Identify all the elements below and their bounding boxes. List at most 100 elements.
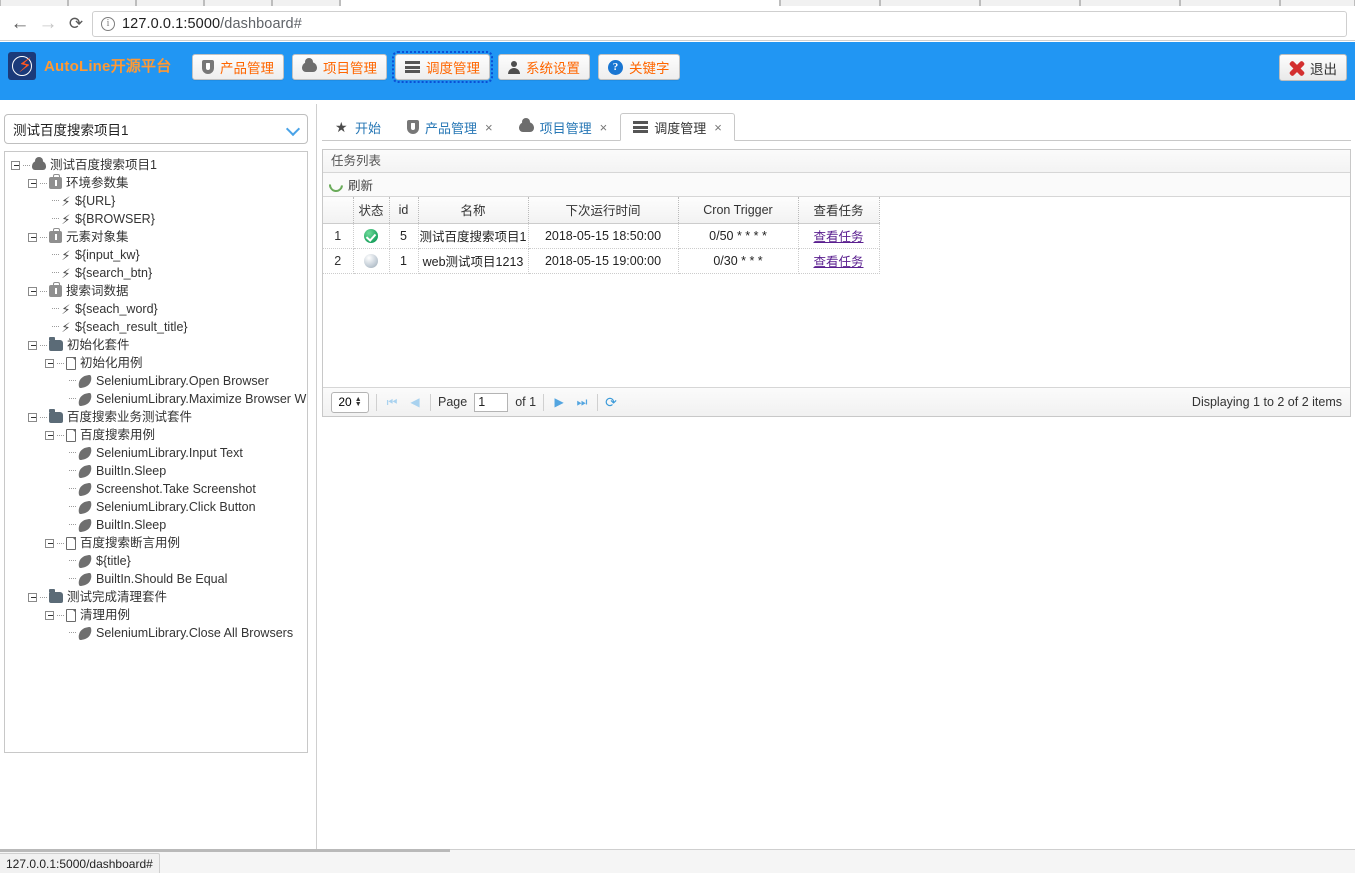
- tree-item[interactable]: 百度搜索断言用例: [5, 534, 307, 552]
- tree-item[interactable]: 测试百度搜索项目1: [5, 156, 307, 174]
- user-icon: [508, 61, 520, 74]
- tree-item[interactable]: 百度搜索用例: [5, 426, 307, 444]
- project-tree-panel[interactable]: 测试百度搜索项目1环境参数集⚡${URL}⚡${BROWSER}元素对象集⚡${…: [4, 151, 308, 753]
- tree-toggle-icon[interactable]: [45, 611, 54, 620]
- nav-button-schedule[interactable]: 调度管理: [395, 54, 490, 80]
- tree-item[interactable]: 初始化用例: [5, 354, 307, 372]
- pager-reload-icon[interactable]: ⟳: [605, 394, 617, 411]
- tab-project[interactable]: 项目管理 ×: [506, 113, 621, 141]
- shield-icon: [407, 120, 419, 134]
- table-column-header[interactable]: 查看任务: [798, 197, 879, 223]
- tree-toggle-icon[interactable]: [28, 413, 37, 422]
- info-icon[interactable]: i: [101, 17, 115, 31]
- last-page-icon[interactable]: ⏭: [574, 395, 590, 410]
- chevron-down-icon[interactable]: [287, 123, 299, 135]
- tree-item[interactable]: 清理用例: [5, 606, 307, 624]
- tree-connector: [57, 615, 64, 616]
- tree-item[interactable]: 百度搜索业务测试套件: [5, 408, 307, 426]
- tree-item-label: 测试百度搜索项目1: [50, 156, 157, 174]
- tree-connector: [62, 372, 78, 390]
- tree-item[interactable]: BuiltIn.Should Be Equal: [5, 570, 307, 588]
- tree-item[interactable]: SeleniumLibrary.Input Text: [5, 444, 307, 462]
- tree-item[interactable]: SeleniumLibrary.Maximize Browser Wi: [5, 390, 307, 408]
- tree-connector: [57, 363, 64, 364]
- tree-item[interactable]: ⚡${URL}: [5, 192, 307, 210]
- back-icon[interactable]: ←: [8, 12, 32, 36]
- tree-item[interactable]: BuiltIn.Sleep: [5, 462, 307, 480]
- tree-item[interactable]: ⚡${search_btn}: [5, 264, 307, 282]
- row-cron-cell: 0/50 * * * *: [678, 223, 798, 248]
- page-number-input[interactable]: 1: [474, 393, 508, 412]
- table-column-header[interactable]: [323, 197, 353, 223]
- tree-connector: [62, 624, 78, 642]
- table-column-header[interactable]: Cron Trigger: [678, 197, 798, 223]
- leaf-icon: [77, 626, 93, 640]
- table-column-header[interactable]: id: [389, 197, 418, 223]
- tree-item[interactable]: 初始化套件: [5, 336, 307, 354]
- tree-item[interactable]: ⚡${seach_result_title}: [5, 318, 307, 336]
- tree-toggle-icon[interactable]: [28, 287, 37, 296]
- tree-item[interactable]: 测试完成清理套件: [5, 588, 307, 606]
- tree-toggle-icon[interactable]: [11, 161, 20, 170]
- nav-button-keyword[interactable]: ? 关键字: [598, 54, 680, 80]
- tab-schedule[interactable]: 调度管理 ×: [620, 113, 735, 141]
- table-column-header[interactable]: 下次运行时间: [528, 197, 678, 223]
- tree-item[interactable]: ${title}: [5, 552, 307, 570]
- tree-item[interactable]: 搜索词数据: [5, 282, 307, 300]
- nav-button-project[interactable]: 项目管理: [292, 54, 387, 80]
- tree-item[interactable]: SeleniumLibrary.Click Button: [5, 498, 307, 516]
- reload-icon[interactable]: ⟳: [64, 12, 88, 36]
- tab-close-icon[interactable]: ×: [600, 120, 608, 135]
- prev-page-icon[interactable]: ◀: [407, 395, 423, 409]
- tree-item[interactable]: SeleniumLibrary.Close All Browsers: [5, 624, 307, 642]
- file-icon: [66, 429, 76, 442]
- tree-toggle-icon[interactable]: [45, 431, 54, 440]
- tab-close-icon[interactable]: ×: [714, 120, 722, 135]
- file-icon: [66, 609, 76, 622]
- row-action-cell-text[interactable]: 查看任务: [813, 230, 863, 244]
- table-column-header[interactable]: 状态: [353, 197, 389, 223]
- row-name-cell: web测试项目1213: [418, 248, 528, 273]
- tree-toggle-icon[interactable]: [28, 341, 37, 350]
- project-select[interactable]: 测试百度搜索项目1: [4, 114, 308, 144]
- nav-button-settings[interactable]: 系统设置: [498, 54, 590, 80]
- page-size-select[interactable]: 20 ▲▼: [331, 392, 369, 413]
- tree-toggle-icon[interactable]: [45, 539, 54, 548]
- tree-item[interactable]: 环境参数集: [5, 174, 307, 192]
- logout-button[interactable]: 退出: [1279, 54, 1347, 81]
- table-column-header[interactable]: 名称: [418, 197, 528, 223]
- tab-product[interactable]: 产品管理 ×: [394, 113, 506, 141]
- leaf-icon: [77, 446, 93, 460]
- pager: 20 ▲▼ ⏮ ◀ Page 1 of 1 ▶ ⏭ ⟳ Displaying 1…: [323, 387, 1350, 416]
- tree-toggle-icon[interactable]: [28, 593, 37, 602]
- brand-title: AutoLine开源平台: [44, 55, 171, 76]
- row-action-cell-text[interactable]: 查看任务: [813, 255, 863, 269]
- tab-start[interactable]: ★ 开始: [322, 113, 394, 141]
- tree-item[interactable]: ⚡${BROWSER}: [5, 210, 307, 228]
- first-page-icon[interactable]: ⏮: [384, 395, 400, 410]
- next-page-icon[interactable]: ▶: [551, 395, 567, 409]
- refresh-button-label[interactable]: 刷新: [348, 175, 373, 194]
- horizontal-scrollbar[interactable]: [0, 849, 450, 852]
- nav-button-schedule-label: 调度管理: [426, 57, 480, 77]
- tree-item[interactable]: ⚡${input_kw}: [5, 246, 307, 264]
- forward-icon[interactable]: →: [36, 12, 60, 36]
- table-row[interactable]: 21web测试项目12132018-05-15 19:00:000/30 * *…: [323, 248, 879, 273]
- tree-item[interactable]: BuiltIn.Sleep: [5, 516, 307, 534]
- tree-toggle-icon[interactable]: [28, 179, 37, 188]
- tree-toggle-icon[interactable]: [45, 359, 54, 368]
- tree-item[interactable]: ⚡${seach_word}: [5, 300, 307, 318]
- tree-item[interactable]: Screenshot.Take Screenshot: [5, 480, 307, 498]
- nav-button-product[interactable]: 产品管理: [192, 54, 284, 80]
- tree-item[interactable]: 元素对象集: [5, 228, 307, 246]
- refresh-icon[interactable]: [326, 175, 346, 195]
- address-bar[interactable]: i 127.0.0.1:5000/dashboard#: [92, 11, 1347, 37]
- tree-toggle-icon[interactable]: [28, 233, 37, 242]
- table-row[interactable]: 15测试百度搜索项目12018-05-15 18:50:000/50 * * *…: [323, 223, 879, 248]
- tree-item[interactable]: SeleniumLibrary.Open Browser: [5, 372, 307, 390]
- leaf-icon: [77, 482, 93, 496]
- tree-connector: [45, 210, 61, 228]
- tab-close-icon[interactable]: ×: [485, 120, 493, 135]
- tree-connector: [40, 291, 47, 292]
- tree-item-label: BuiltIn.Sleep: [96, 462, 166, 480]
